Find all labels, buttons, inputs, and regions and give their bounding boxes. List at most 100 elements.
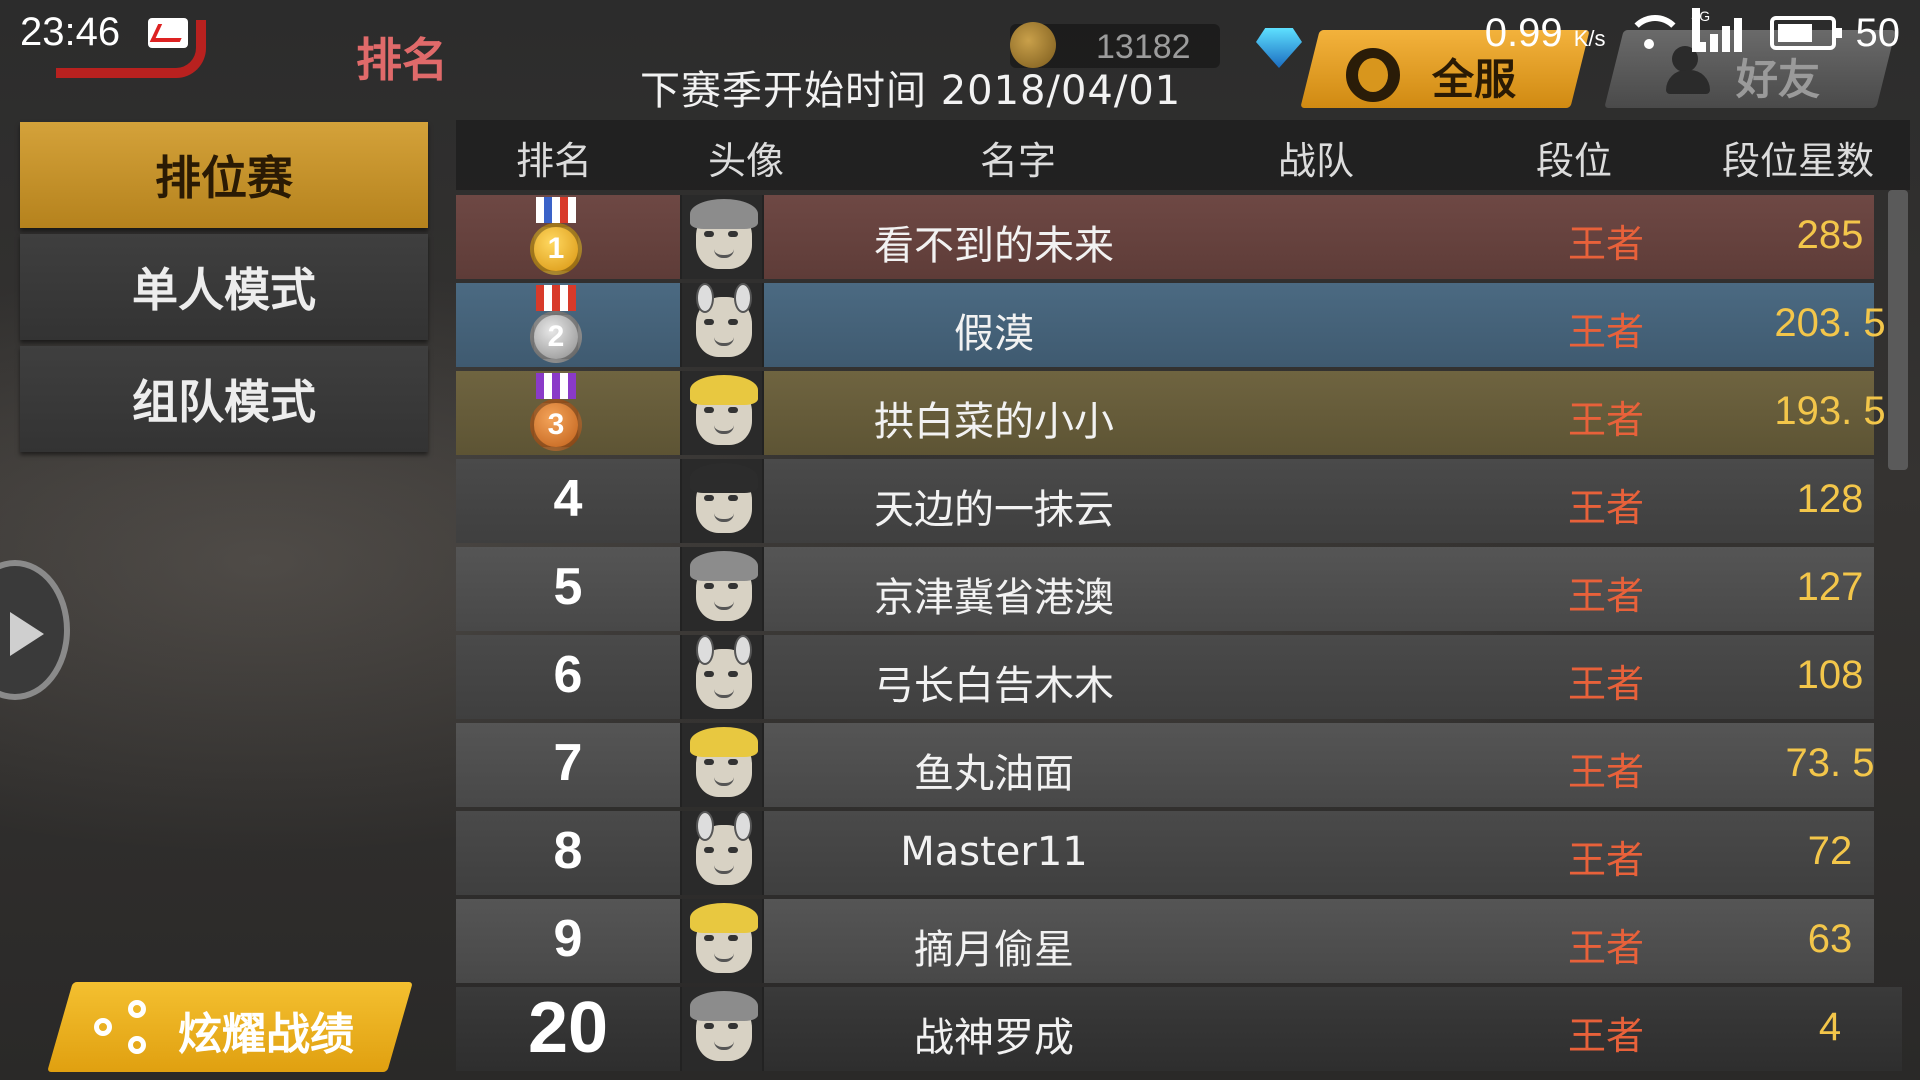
avatar[interactable]: [680, 547, 764, 631]
tier-label: 王者: [1567, 926, 1645, 970]
signal-bar: [1709, 34, 1718, 52]
wifi-icon: [1625, 15, 1684, 51]
system-indicators: 0.99 K/s 4G 50: [1485, 8, 1900, 56]
tier-label: 王者: [1567, 310, 1645, 354]
mode-tab-team[interactable]: 组队模式: [20, 346, 428, 452]
tier-stars: 128: [1796, 477, 1864, 521]
tier-label: 王者: [1567, 574, 1645, 618]
globe-icon: [1346, 48, 1400, 102]
table-row[interactable]: 6 弓长白告木木 王者 108: [456, 635, 1874, 723]
rank-cell: 4: [456, 459, 680, 543]
network-speed-unit: K/s: [1573, 25, 1606, 51]
tier-stars: 203. 5: [1774, 301, 1886, 345]
coin-counter: 13182: [1010, 22, 1220, 68]
table-row[interactable]: 20 战神罗成 王者 4: [456, 987, 1902, 1075]
row-details: 京津冀省港澳 王者 127: [764, 547, 1874, 631]
signal-bar: [1721, 26, 1730, 52]
rank-cell: 3: [456, 371, 680, 455]
mode-tab-ranked[interactable]: 排位赛: [20, 122, 428, 228]
avatar[interactable]: [680, 195, 764, 279]
scrollbar[interactable]: [1888, 190, 1908, 470]
coin-value: 13182: [1096, 28, 1191, 66]
page-title: 排名: [356, 33, 448, 87]
rank-cell: 5: [456, 547, 680, 631]
avatar-hair: [690, 635, 758, 669]
avatar-hair: [690, 463, 758, 493]
cell-signal-icon: 4G: [1691, 8, 1750, 52]
tier-label: 王者: [1567, 398, 1645, 442]
tier-stars: 63: [1807, 917, 1853, 961]
column-header-rank: 排名: [515, 139, 593, 183]
avatar[interactable]: [680, 811, 764, 895]
table-row[interactable]: 1 看不到的未来 王者 285: [456, 195, 1874, 283]
medal-rank-number: 3: [530, 399, 582, 451]
tier-stars: 193. 5: [1774, 389, 1886, 433]
tier-label: 王者: [1567, 838, 1645, 882]
player-name: 拱白菜的小小: [874, 399, 1114, 445]
rank-cell: 7: [456, 723, 680, 807]
avatar-hair: [690, 991, 758, 1021]
rank-number: 8: [553, 822, 583, 880]
row-details: 鱼丸油面 王者 73. 5: [764, 723, 1874, 807]
avatar-hair: [690, 727, 758, 757]
table-row[interactable]: 8 Master11 王者 72: [456, 811, 1874, 899]
row-details: 假漠 王者 203. 5: [764, 283, 1886, 367]
signal-bar: [1697, 42, 1706, 52]
mail-notification-icon: [148, 18, 188, 48]
tier-stars: 127: [1796, 565, 1864, 609]
column-header-team: 战队: [1277, 139, 1355, 183]
player-name: 摘月偷星: [914, 927, 1074, 973]
avatar-hair: [690, 199, 758, 229]
rank-cell: 20: [456, 987, 680, 1071]
share-record-button[interactable]: 炫耀战绩: [47, 982, 413, 1072]
avatar-hair: [690, 375, 758, 405]
rank-cell: 9: [456, 899, 680, 983]
column-header-stars: 段位星数: [1721, 139, 1875, 183]
avatar[interactable]: [680, 371, 764, 455]
battery-icon: [1769, 16, 1842, 50]
avatar[interactable]: [680, 987, 764, 1071]
row-details: 天边的一抹云 王者 128: [764, 459, 1874, 543]
table-row[interactable]: 9 摘月偷星 王者 63: [456, 899, 1874, 987]
avatar-hair: [690, 811, 758, 845]
signal-bar: [1733, 18, 1742, 52]
player-name: Master11: [900, 829, 1088, 875]
mode-tab-solo[interactable]: 单人模式: [20, 234, 428, 340]
rank-number: 20: [527, 988, 609, 1068]
player-name: 京津冀省港澳: [874, 575, 1114, 621]
table-row[interactable]: 7 鱼丸油面 王者 73. 5: [456, 723, 1874, 811]
avatar[interactable]: [680, 459, 764, 543]
row-details: 拱白菜的小小 王者 193. 5: [764, 371, 1886, 455]
avatar[interactable]: [680, 723, 764, 807]
table-row[interactable]: 4 天边的一抹云 王者 128: [456, 459, 1874, 547]
table-row[interactable]: 3 拱白菜的小小 王者 193. 5: [456, 371, 1886, 459]
avatar-hair: [690, 283, 758, 317]
share-button-label: 炫耀战绩: [178, 1009, 354, 1060]
tier-label: 王者: [1567, 486, 1645, 530]
tier-stars: 285: [1796, 213, 1864, 257]
column-header-tier: 段位: [1535, 139, 1613, 183]
row-details: Master11 王者 72: [764, 811, 1874, 895]
avatar[interactable]: [680, 635, 764, 719]
bronze-medal-icon: 3: [526, 373, 586, 457]
expand-arrow-icon[interactable]: [0, 560, 70, 700]
avatar-hair: [690, 903, 758, 933]
tier-stars: 108: [1796, 653, 1864, 697]
rank-number: 4: [553, 470, 583, 528]
avatar-hair: [690, 551, 758, 581]
table-row[interactable]: 5 京津冀省港澳 王者 127: [456, 547, 1874, 635]
rank-cell: 1: [456, 195, 680, 279]
column-header-avatar: 头像: [707, 139, 785, 183]
tier-stars: 72: [1807, 829, 1853, 873]
avatar[interactable]: [680, 899, 764, 983]
gold-medal-icon: 1: [526, 197, 586, 281]
player-name: 鱼丸油面: [914, 751, 1074, 797]
table-row[interactable]: 2 假漠 王者 203. 5: [456, 283, 1886, 371]
tier-label: 王者: [1567, 222, 1645, 266]
rank-number: 7: [553, 734, 583, 792]
medal-ribbon: [536, 373, 576, 399]
coin-icon: [1010, 22, 1056, 68]
rank-cell: 8: [456, 811, 680, 895]
share-icon: [94, 1000, 154, 1056]
avatar[interactable]: [680, 283, 764, 367]
